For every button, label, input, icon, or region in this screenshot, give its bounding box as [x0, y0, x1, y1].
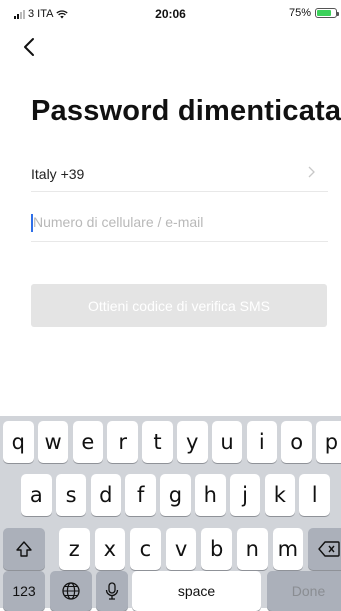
get-sms-code-button[interactable]: Ottieni codice di verifica SMS	[31, 284, 327, 327]
key-e[interactable]: e	[72, 421, 104, 463]
key-u[interactable]: u	[211, 421, 243, 463]
globe-key[interactable]	[50, 571, 92, 611]
shift-key[interactable]	[3, 528, 45, 570]
key-b[interactable]: b	[201, 528, 232, 570]
country-code-label: Italy +39	[31, 166, 85, 182]
key-j[interactable]: j	[229, 474, 261, 516]
numbers-key[interactable]: 123	[3, 571, 45, 611]
globe-icon	[62, 582, 80, 600]
key-m[interactable]: m	[272, 528, 304, 570]
key-a[interactable]: a	[21, 474, 52, 516]
contact-field[interactable]	[31, 203, 328, 242]
key-p[interactable]: p	[316, 421, 341, 463]
page-title: Password dimenticata	[31, 95, 341, 127]
country-selector[interactable]: Italy +39	[31, 153, 328, 192]
battery-fill	[317, 10, 331, 16]
phone-email-input[interactable]	[31, 211, 313, 233]
key-l[interactable]: l	[299, 474, 330, 516]
status-bar: 3 ITA 20:06 75%	[0, 0, 341, 26]
key-x[interactable]: x	[94, 528, 126, 570]
key-t[interactable]: t	[142, 421, 173, 463]
chevron-left-icon	[24, 38, 34, 56]
done-key[interactable]: Done	[267, 571, 341, 611]
key-o[interactable]: o	[281, 421, 312, 463]
key-n[interactable]: n	[237, 528, 268, 570]
key-s[interactable]: s	[55, 474, 87, 516]
backspace-key[interactable]	[308, 528, 341, 570]
dictation-key[interactable]	[96, 571, 128, 611]
key-y[interactable]: y	[177, 421, 208, 463]
battery-info: 75%	[288, 7, 339, 19]
chevron-right-icon	[308, 166, 315, 178]
key-k[interactable]: k	[264, 474, 296, 516]
on-screen-keyboard: 123 space Done qwertyuiop asdfghjkl zxcvbn…	[0, 416, 341, 611]
microphone-icon	[105, 582, 119, 600]
battery-percent: 75%	[288, 7, 311, 19]
back-button[interactable]	[20, 36, 40, 58]
key-c[interactable]: c	[130, 528, 161, 570]
key-h[interactable]: h	[195, 474, 226, 516]
key-f[interactable]: f	[125, 474, 156, 516]
key-z[interactable]: z	[59, 528, 90, 570]
key-v[interactable]: v	[165, 528, 197, 570]
key-g[interactable]: g	[160, 474, 191, 516]
key-r[interactable]: r	[107, 421, 138, 463]
key-d[interactable]: d	[90, 474, 122, 516]
battery-icon	[315, 8, 339, 18]
backspace-icon	[318, 541, 340, 557]
space-key[interactable]: space	[132, 571, 261, 611]
key-i[interactable]: i	[246, 421, 278, 463]
shift-icon	[16, 541, 32, 557]
key-w[interactable]: w	[37, 421, 69, 463]
key-q[interactable]: q	[3, 421, 34, 463]
